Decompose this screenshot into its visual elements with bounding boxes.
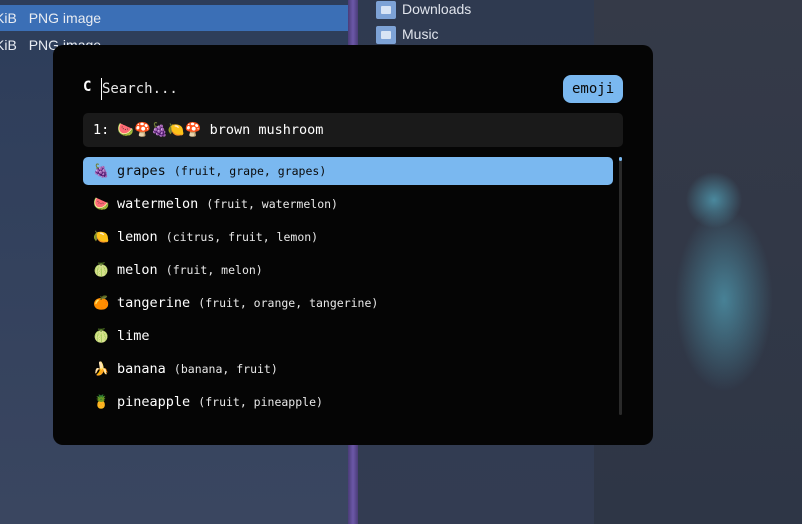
preview-name: brown mushroom (209, 122, 324, 138)
downloads-folder-icon (376, 1, 396, 20)
place-downloads[interactable]: Downloads (376, 0, 471, 21)
result-keywords: (fruit, orange, tangerine) (198, 296, 379, 310)
result-keywords: (citrus, fruit, lemon) (165, 230, 319, 244)
result-item-watermelon[interactable]: 🍉 watermelon (fruit, watermelon) (83, 190, 613, 218)
watermelon-icon: 🍉 (93, 197, 110, 212)
place-label: Music (402, 26, 439, 42)
file-size: KiB (0, 10, 17, 26)
result-item-banana[interactable]: 🍌 banana (banana, fruit) (83, 355, 613, 383)
place-label: Downloads (402, 1, 472, 17)
result-name: grapes (117, 163, 166, 179)
preview-emojis: 🍉🍄🍇🍋🍄 (117, 122, 202, 138)
result-name: lemon (117, 229, 158, 245)
lemon-icon: 🍋 (93, 230, 110, 245)
lime-icon: 🍈 (93, 329, 110, 344)
result-item-pineapple[interactable]: 🍍 pineapple (fruit, pineapple) (83, 388, 613, 416)
result-item-melon[interactable]: 🍈 melon (fruit, melon) (83, 256, 613, 284)
melon-icon: 🍈 (93, 263, 110, 278)
result-name: watermelon (117, 196, 199, 212)
result-keywords: (fruit, melon) (165, 263, 263, 277)
music-folder-icon (376, 26, 396, 45)
result-item-lime[interactable]: 🍈 lime (83, 322, 613, 350)
tangerine-icon: 🍊 (93, 296, 110, 311)
result-item-lemon[interactable]: 🍋 lemon (citrus, fruit, lemon) (83, 223, 613, 251)
scrollbar-position-indicator (619, 157, 622, 161)
emoji-launcher: C emoji 1: 🍉🍄🍇🍋🍄 brown mushroom 🍇 grapes … (53, 45, 653, 445)
preview-bar: 1: 🍉🍄🍇🍋🍄 brown mushroom (83, 113, 623, 147)
file-row[interactable]: KiB PNG image (0, 5, 348, 31)
preview-index: 1: (93, 122, 110, 138)
mode-emoji-button[interactable]: emoji (563, 75, 624, 103)
scrollbar-thumb[interactable] (619, 157, 622, 415)
banana-icon: 🍌 (93, 362, 110, 377)
result-item-grapes[interactable]: 🍇 grapes (fruit, grape, grapes) (83, 157, 613, 185)
results-list: 🍇 grapes (fruit, grape, grapes) 🍉 watermel… (83, 157, 613, 421)
result-name: melon (117, 262, 158, 278)
result-keywords: (fruit, grape, grapes) (173, 164, 327, 178)
result-keywords: (banana, fruit) (173, 362, 278, 376)
result-keywords: (fruit, watermelon) (206, 197, 338, 211)
result-name: pineapple (117, 394, 191, 410)
result-item-tangerine[interactable]: 🍊 tangerine (fruit, orange, tangerine) (83, 289, 613, 317)
file-type: PNG image (28, 10, 102, 26)
result-name: tangerine (117, 295, 191, 311)
search-input[interactable] (101, 78, 502, 100)
file-size: KiB (0, 37, 17, 53)
prompt-glyph: C (83, 79, 92, 95)
results-scrollbar[interactable] (619, 157, 622, 415)
grapes-icon: 🍇 (93, 164, 110, 179)
place-music[interactable]: Music (376, 22, 439, 46)
result-name: banana (117, 361, 166, 377)
pineapple-icon: 🍍 (93, 395, 110, 410)
result-name: lime (117, 328, 150, 344)
result-keywords: (fruit, pineapple) (198, 395, 323, 409)
